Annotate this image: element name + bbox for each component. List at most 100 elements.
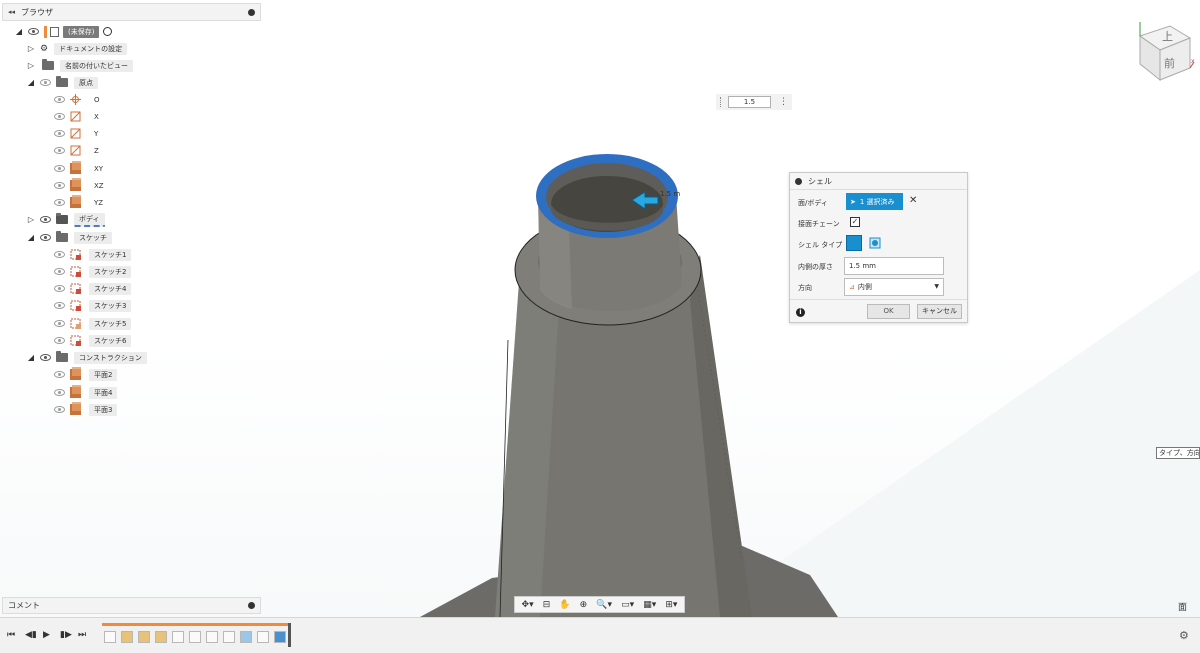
comment-panel-header[interactable]: コメント bbox=[2, 597, 261, 614]
expand-icon[interactable]: ▷ bbox=[26, 44, 36, 53]
expand-icon[interactable]: ◢ bbox=[26, 353, 36, 362]
tree-root[interactable]: ◢ (未保存) bbox=[14, 24, 113, 39]
timeline-feature[interactable] bbox=[206, 631, 218, 643]
visibility-icon[interactable] bbox=[54, 320, 65, 327]
zoom-window-icon[interactable]: ⊕ bbox=[580, 600, 588, 610]
timeline-track[interactable] bbox=[102, 623, 292, 649]
tree-item-plane4[interactable]: 平面4 bbox=[54, 385, 118, 400]
thickness-input[interactable]: 1.5 mm bbox=[844, 257, 944, 275]
pan-icon[interactable]: ✋ bbox=[559, 600, 570, 610]
orbit-icon[interactable]: ✥▾ bbox=[522, 600, 534, 610]
expand-icon[interactable]: ◢ bbox=[26, 233, 36, 242]
tree-item-origin-point[interactable]: O bbox=[54, 92, 105, 107]
tree-item-sketch3[interactable]: スケッチ3 bbox=[54, 298, 132, 313]
tree-item-sketch1[interactable]: スケッチ1 bbox=[54, 247, 132, 262]
tree-item-sketch6[interactable]: スケッチ6 bbox=[54, 333, 132, 348]
clear-selection-icon[interactable]: ✕ bbox=[909, 195, 917, 206]
timeline-feature[interactable] bbox=[172, 631, 184, 643]
tree-item-plane2[interactable]: 平面2 bbox=[54, 367, 118, 382]
step-back-icon[interactable]: ◀▮ bbox=[25, 630, 37, 640]
pin-icon[interactable] bbox=[248, 8, 255, 16]
tree-item-construction[interactable]: ◢ コンストラクション bbox=[26, 350, 147, 365]
timeline-feature[interactable] bbox=[240, 631, 252, 643]
tree-item-sketch5[interactable]: スケッチ5 bbox=[54, 316, 132, 331]
timeline-feature[interactable] bbox=[104, 631, 116, 643]
viewcube-top-label[interactable]: 上 bbox=[1162, 30, 1173, 43]
visibility-icon[interactable] bbox=[54, 182, 65, 189]
viewcube-front-label[interactable]: 前 bbox=[1164, 56, 1175, 70]
fit-icon[interactable]: ⊟ bbox=[543, 600, 551, 610]
display-icon[interactable]: ▭▾ bbox=[621, 600, 634, 610]
expand-icon[interactable]: ◢ bbox=[14, 27, 24, 36]
canvas-viewport[interactable]: 1.5 m bbox=[0, 0, 1200, 617]
timeline-feature[interactable] bbox=[223, 631, 235, 643]
viewcube[interactable]: 上 前 x bbox=[1130, 18, 1196, 84]
tree-item-document-settings[interactable]: ▷ ⚙ ドキュメントの設定 bbox=[26, 41, 128, 56]
go-to-start-icon[interactable]: ⏮ bbox=[7, 630, 15, 640]
step-forward-icon[interactable]: ▮▶ bbox=[60, 630, 72, 640]
shell-dialog[interactable]: シェル 面/ボディ ➤ 1 選択済み ✕ 接面チェーン ✓ シェル タイプ 内側の… bbox=[789, 172, 968, 323]
visibility-icon[interactable] bbox=[54, 337, 65, 344]
visibility-icon[interactable] bbox=[54, 130, 65, 137]
tree-item-origin[interactable]: ◢ 原点 bbox=[26, 75, 98, 90]
play-icon[interactable]: ▶ bbox=[43, 630, 50, 640]
add-comment-icon[interactable] bbox=[248, 602, 255, 609]
timeline-feature[interactable] bbox=[155, 631, 167, 643]
visibility-icon[interactable] bbox=[54, 268, 65, 275]
visibility-icon[interactable] bbox=[54, 251, 65, 258]
collapse-icon[interactable]: ◂◂ bbox=[8, 8, 15, 16]
dialog-header[interactable]: シェル bbox=[790, 173, 967, 190]
selection-button[interactable]: ➤ 1 選択済み bbox=[846, 193, 903, 210]
cancel-button[interactable]: キャンセル bbox=[917, 304, 962, 319]
timeline-marker[interactable] bbox=[288, 623, 291, 647]
grid-icon[interactable]: ▦▾ bbox=[643, 600, 656, 610]
tree-item-bodies[interactable]: ▷ ボディ bbox=[26, 212, 105, 227]
activate-icon[interactable] bbox=[103, 27, 113, 36]
tree-item-plane3[interactable]: 平面3 bbox=[54, 402, 118, 417]
zoom-icon[interactable]: 🔍▾ bbox=[596, 600, 612, 610]
expand-icon[interactable]: ▷ bbox=[26, 61, 36, 70]
visibility-icon[interactable] bbox=[54, 147, 65, 154]
model-view[interactable]: 1.5 m bbox=[0, 0, 1200, 617]
tree-item-sketches[interactable]: ◢ スケッチ bbox=[26, 230, 112, 245]
tree-item-sketch4[interactable]: スケッチ4 bbox=[54, 281, 132, 296]
shell-type-rule-icon[interactable] bbox=[846, 235, 862, 251]
tangent-chain-checkbox[interactable]: ✓ bbox=[850, 217, 860, 227]
visibility-icon[interactable] bbox=[40, 79, 51, 86]
visibility-icon[interactable] bbox=[54, 406, 65, 413]
visibility-icon[interactable] bbox=[54, 302, 65, 309]
tree-item-xz-plane[interactable]: XZ bbox=[54, 178, 109, 193]
tree-item-yz-plane[interactable]: YZ bbox=[54, 195, 108, 210]
visibility-icon[interactable] bbox=[54, 96, 65, 103]
viewports-icon[interactable]: ⊞▾ bbox=[665, 600, 677, 610]
dimension-value-field[interactable]: 1.5 bbox=[727, 96, 771, 108]
info-icon[interactable]: i bbox=[796, 308, 805, 317]
dimension-input[interactable]: 1.5 ⋮ bbox=[716, 94, 792, 110]
ok-button[interactable]: OK bbox=[867, 304, 910, 319]
visibility-icon[interactable] bbox=[54, 371, 65, 378]
visibility-icon[interactable] bbox=[54, 199, 65, 206]
timeline-feature[interactable] bbox=[257, 631, 269, 643]
timeline-feature[interactable] bbox=[274, 631, 286, 643]
go-to-end-icon[interactable]: ⏭ bbox=[78, 630, 86, 640]
tree-item-xy-plane[interactable]: XY bbox=[54, 161, 108, 176]
timeline-feature[interactable] bbox=[121, 631, 133, 643]
tree-item-x-axis[interactable]: X bbox=[54, 109, 104, 124]
expand-icon[interactable]: ◢ bbox=[26, 78, 36, 87]
expand-icon[interactable]: ▷ bbox=[26, 215, 36, 224]
tree-item-root[interactable]: (未保存) bbox=[63, 25, 100, 38]
visibility-icon[interactable] bbox=[54, 389, 65, 396]
visibility-icon[interactable] bbox=[28, 28, 39, 35]
browser-panel-header[interactable]: ◂◂ ブラウザ bbox=[2, 3, 261, 21]
timeline-feature[interactable] bbox=[189, 631, 201, 643]
visibility-icon[interactable] bbox=[54, 285, 65, 292]
visibility-icon[interactable] bbox=[54, 113, 65, 120]
collapse-icon[interactable] bbox=[795, 177, 802, 185]
visibility-icon[interactable] bbox=[40, 216, 51, 223]
tree-item-named-views[interactable]: ▷ 名前の付いたビュー bbox=[26, 58, 133, 73]
visibility-icon[interactable] bbox=[54, 165, 65, 172]
shell-type-sharp-icon[interactable] bbox=[868, 236, 882, 250]
timeline-feature[interactable] bbox=[138, 631, 150, 643]
tree-item-sketch2[interactable]: スケッチ2 bbox=[54, 264, 132, 279]
chevron-down-icon[interactable]: ▼ bbox=[934, 279, 939, 295]
